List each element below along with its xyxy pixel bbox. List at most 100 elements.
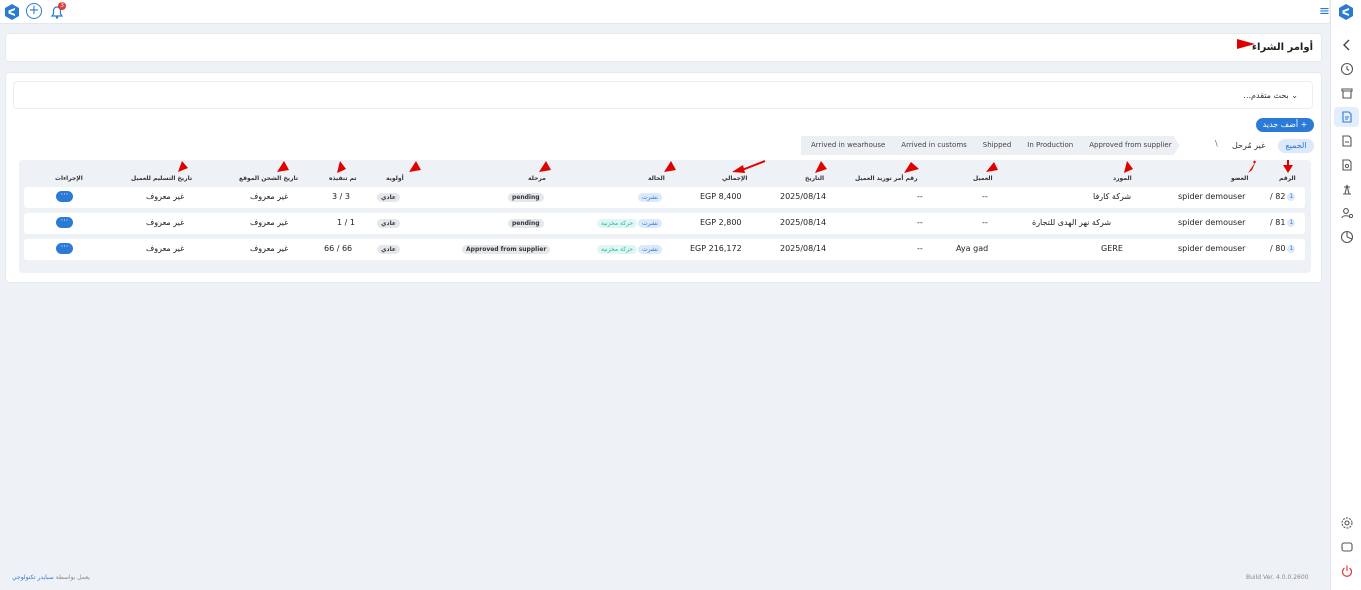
table-row[interactable]: 1 82 / spider demouser شركة كارفا -- -- 2… [24,187,1305,208]
hamburger-icon[interactable]: ≡ [1319,5,1330,18]
collapse-chevron-icon[interactable] [1340,38,1354,52]
row-client-delivery-date: غير معروف [146,244,185,253]
row-number[interactable]: 81 / [1270,218,1285,227]
row-number[interactable]: 82 / [1270,192,1285,201]
row-site-ship-date: غير معروف [250,218,289,227]
main-content-card: ⌄ بحث متقدم... + أضف جديد الجميع غير مُر… [5,72,1322,283]
sidebar-item-tools-icon[interactable] [1340,182,1354,196]
stage-approved-supplier[interactable]: Approved from supplier [1075,136,1179,155]
stage-arrived-warehouse[interactable]: Arrived in wearhouse [801,136,893,155]
build-version: Build Ver. 4.0.0.2600 [1246,574,1309,581]
row-status-badge: نشرت [638,193,662,202]
app-logo-icon[interactable] [4,4,20,20]
header-client-po[interactable]: رقم أمر توريد العميل [855,175,918,182]
row-supplier: شركة كارفا [1093,192,1132,201]
header-supplier[interactable]: المورد [1113,175,1132,182]
row-executed: 3 / 3 [332,192,350,201]
stage-arrived-customs[interactable]: Arrived in customs [887,136,975,155]
header-executed[interactable]: تم تنفيذه [329,175,357,182]
display-toggle-icon[interactable] [1340,540,1354,554]
annotation-arrow-icon [1237,39,1255,49]
powered-by-footer: يعمل بواسطة سبايدر تكنولوجي [12,574,90,581]
sidebar-item-reports-icon[interactable] [1340,230,1354,244]
stage-in-production[interactable]: In Production [1013,136,1081,155]
header-number[interactable]: الرقم [1279,175,1296,182]
annotation-arrow-icon [732,160,766,173]
powered-by-link[interactable]: سبايدر تكنولوجي [12,574,54,581]
quick-add-icon[interactable]: + [26,3,42,19]
row-client-po: -- [917,192,923,201]
add-new-button[interactable]: + أضف جديد [1256,118,1314,132]
row-site-ship-date: غير معروف [250,244,289,253]
annotation-arrow-icon [1124,161,1133,173]
table-row[interactable]: 1 80 / spider demouser GERE Aya gad -- 20… [24,239,1305,260]
row-inventory-badge: حركة مخزنية [597,245,638,254]
annotation-arrow-icon [664,161,676,172]
header-client[interactable]: العميل [973,175,993,182]
sidebar-logo-icon[interactable] [1338,4,1354,20]
settings-gear-icon[interactable] [1340,516,1354,530]
row-stage-badge: Approved from supplier [462,245,551,254]
row-date: 2025/08/14 [780,218,827,227]
annotation-arrow-icon [409,161,421,172]
row-client-po: -- [917,218,923,227]
row-actions-button[interactable]: ··· [56,243,73,254]
row-priority-badge: عادي [377,219,400,228]
table-row[interactable]: 1 81 / spider demouser شركة نهر الهدى للت… [24,213,1305,234]
row-actions-button[interactable]: ··· [56,191,73,202]
sidebar-item-history-icon[interactable] [1340,62,1354,76]
annotation-arrow-icon [178,161,188,172]
annotation-arrow-icon [1283,160,1293,173]
sidebar-item-store-icon[interactable] [1340,86,1354,100]
filter-unposted-tab[interactable]: غير مُرحل [1232,141,1265,150]
row-number[interactable]: 80 / [1270,244,1285,253]
advanced-search-label: بحث متقدم... [1243,91,1289,100]
row-badge: 1 [1287,218,1296,227]
annotation-arrow-icon [904,162,919,173]
row-total: EGP 2,800 [700,218,742,227]
top-bar: + 3 ≡ [0,0,1330,24]
annotation-arrow-icon [539,161,551,172]
row-badge: 1 [1287,244,1296,253]
sidebar-item-purchase-orders-icon[interactable] [1340,110,1354,124]
annotation-arrow-icon [337,161,346,173]
logout-power-icon[interactable] [1340,564,1354,578]
sidebar-item-invoices-icon[interactable] [1340,158,1354,172]
row-actions-button[interactable]: ··· [56,217,73,228]
advanced-search-toggle[interactable]: ⌄ بحث متقدم... [13,81,1313,109]
sidebar-item-documents-icon[interactable] [1340,134,1354,148]
row-member: spider demouser [1178,218,1246,227]
row-client-delivery-date: غير معروف [146,218,185,227]
stage-shipped[interactable]: Shipped [969,136,1019,155]
header-client-delivery-date[interactable]: تاريخ التسليم للعميل [131,175,192,182]
row-priority-badge: عادي [377,245,400,254]
row-stage-badge: pending [508,219,544,228]
row-total: EGP 8,400 [700,192,742,201]
header-date[interactable]: التاريخ [805,175,824,182]
row-date: 2025/08/14 [780,192,827,201]
row-client: Aya gad [956,244,989,253]
row-client: -- [982,192,988,201]
annotation-arrow-icon [815,161,827,173]
row-priority-badge: عادي [377,193,400,202]
row-executed: 1 / 1 [337,218,355,227]
header-site-ship-date[interactable]: تاريخ الشحن الموقع [239,175,298,182]
header-total[interactable]: الإجمالي [722,175,747,182]
page-header-card: أوامر الشراء [5,33,1322,62]
row-executed: 66 / 66 [324,244,353,253]
header-priority[interactable]: أولوية [386,175,404,182]
header-status[interactable]: الحالة [648,175,665,182]
filter-all-tab[interactable]: الجميع [1278,139,1314,153]
row-stage-badge: pending [508,193,544,202]
filter-separator: \ [1215,139,1218,148]
row-date: 2025/08/14 [780,244,827,253]
right-sidebar [1330,0,1361,590]
powered-by-label: يعمل بواسطة [55,574,90,581]
header-member[interactable]: العضو [1231,175,1248,182]
row-status-badge: نشرت [638,219,662,228]
row-member: spider demouser [1178,244,1246,253]
annotation-arrow-icon [986,162,998,172]
sidebar-item-users-icon[interactable] [1340,206,1354,220]
row-inventory-badge: حركة مخزنية [597,219,638,228]
header-stage[interactable]: مرحلة [528,175,546,182]
